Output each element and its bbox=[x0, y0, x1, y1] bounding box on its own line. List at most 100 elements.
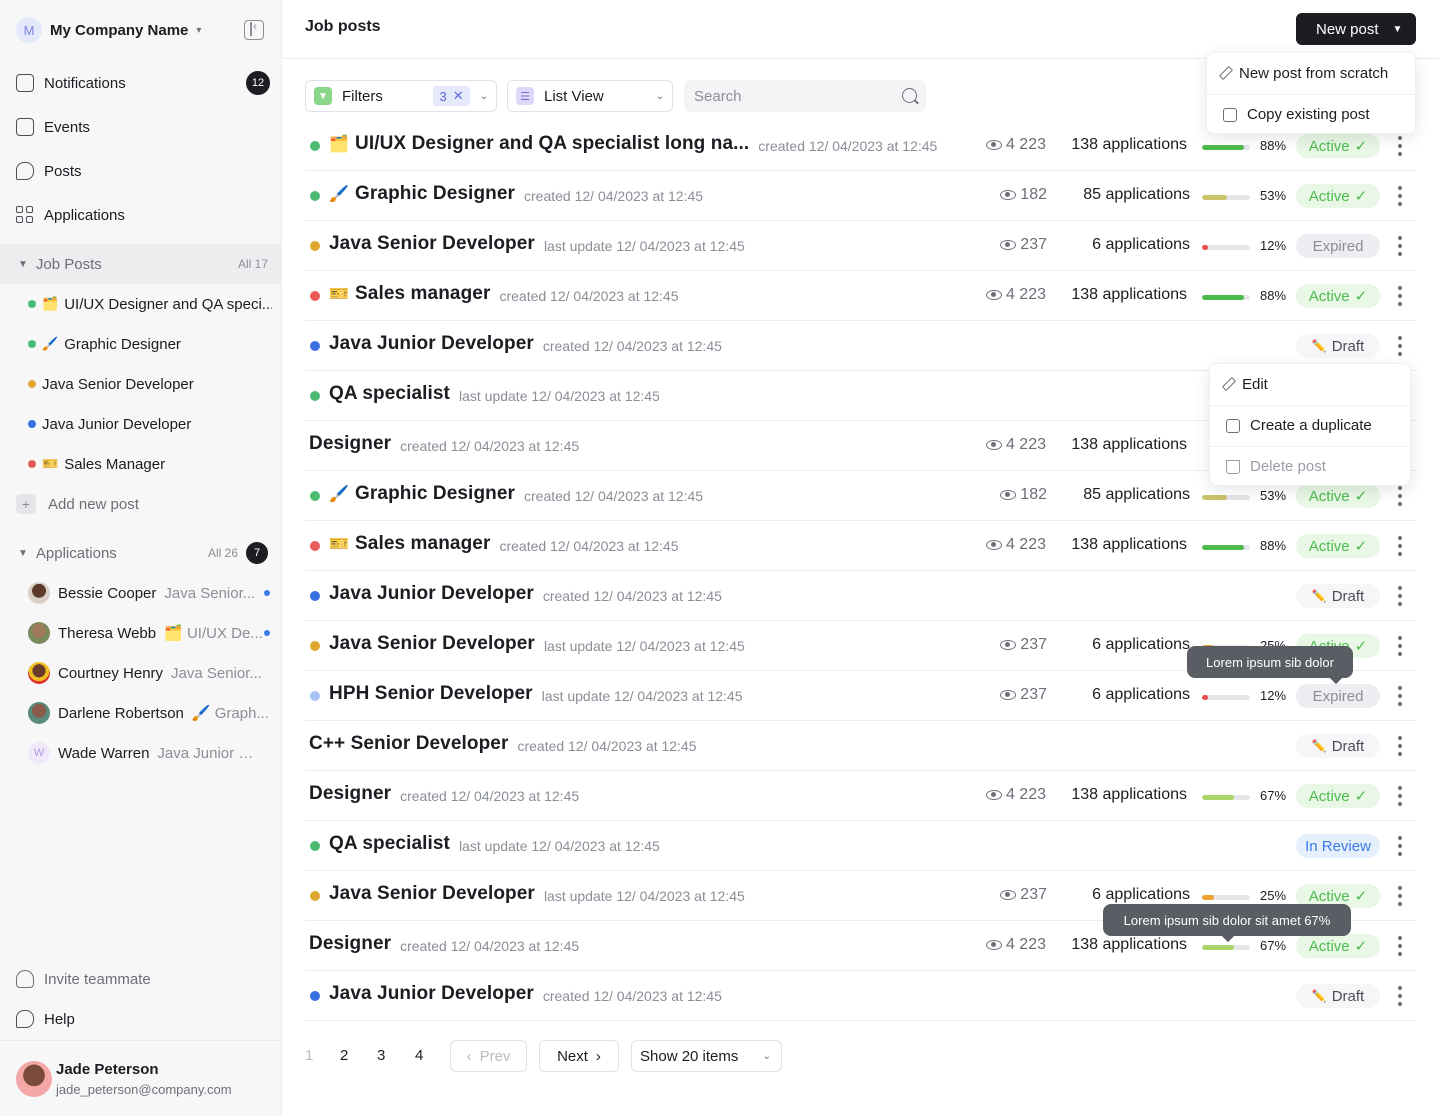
applications-count[interactable]: 85 applications bbox=[1083, 486, 1190, 504]
more-actions-icon[interactable] bbox=[1398, 736, 1402, 756]
new-post-from-scratch-item[interactable]: New post from scratch bbox=[1207, 53, 1415, 93]
job-title[interactable]: HPH Senior Developer bbox=[329, 683, 533, 705]
nav-applications[interactable]: Applications bbox=[16, 201, 270, 229]
filters-dropdown[interactable]: ▼ Filters 3 ✕ ⌄ bbox=[305, 80, 497, 112]
job-posts-section-toggle[interactable]: ▼ Job Posts All 17 bbox=[0, 244, 282, 284]
applications-count[interactable]: 6 applications bbox=[1092, 686, 1190, 704]
view-selector[interactable]: ☰ List View ⌄ bbox=[507, 80, 673, 112]
more-actions-icon[interactable] bbox=[1398, 586, 1402, 606]
job-post-row[interactable]: Designer created 12/ 04/2023 at 12:45 4 22… bbox=[305, 771, 1416, 821]
search-icon[interactable] bbox=[902, 88, 917, 103]
job-title[interactable]: Java Senior Developer bbox=[329, 883, 535, 905]
nav-events[interactable]: Events bbox=[16, 113, 270, 141]
more-actions-icon[interactable] bbox=[1398, 836, 1402, 856]
create-duplicate-item[interactable]: Create a duplicate bbox=[1210, 405, 1410, 445]
job-title[interactable]: Designer bbox=[309, 933, 391, 955]
job-post-row[interactable]: Java Junior Developer created 12/ 04/2023… bbox=[305, 571, 1416, 621]
clear-filters-icon[interactable]: ✕ bbox=[453, 88, 464, 104]
more-actions-icon[interactable] bbox=[1398, 986, 1402, 1006]
caret-down-icon: ▼ bbox=[1392, 23, 1403, 35]
current-user[interactable]: Jade Peterson jade_peterson@company.com bbox=[0, 1040, 282, 1116]
more-actions-icon[interactable] bbox=[1398, 336, 1402, 356]
chevron-down-icon: ⌄ bbox=[479, 90, 488, 102]
sidebar-job-post[interactable]: 🖌️ Graphic Designer bbox=[28, 332, 272, 356]
job-post-row[interactable]: Java Senior Developer last update 12/ 04/… bbox=[305, 221, 1416, 271]
add-new-post-button[interactable]: + Add new post bbox=[16, 492, 139, 516]
page-2[interactable]: 2 bbox=[340, 1047, 348, 1064]
page-1[interactable]: 1 bbox=[305, 1047, 313, 1064]
sidebar-applicant[interactable]: Theresa Webb 🗂️ UI/UX De... bbox=[28, 621, 272, 645]
more-actions-icon[interactable] bbox=[1398, 636, 1402, 656]
applications-count[interactable]: 138 applications bbox=[1071, 436, 1187, 454]
sidebar-job-post[interactable]: Java Senior Developer bbox=[28, 372, 272, 396]
job-title[interactable]: 🖌️ Graphic Designer bbox=[329, 183, 515, 205]
page-3[interactable]: 3 bbox=[377, 1047, 385, 1064]
job-title[interactable]: 🖌️ Graphic Designer bbox=[329, 483, 515, 505]
delete-post-item[interactable]: Delete post bbox=[1210, 446, 1410, 486]
applications-count[interactable]: 138 applications bbox=[1071, 536, 1187, 554]
invite-teammate-link[interactable]: Invite teammate bbox=[16, 967, 151, 991]
nav-notifications[interactable]: Notifications 12 bbox=[16, 69, 270, 97]
sidebar-job-post[interactable]: Java Junior Developer bbox=[28, 412, 272, 436]
job-post-row[interactable]: 🎫 Sales manager created 12/ 04/2023 at 12:… bbox=[305, 271, 1416, 321]
applications-count[interactable]: 6 applications bbox=[1092, 636, 1190, 654]
nav-posts[interactable]: Posts bbox=[16, 157, 270, 185]
more-actions-icon[interactable] bbox=[1398, 686, 1402, 706]
applications-section-toggle[interactable]: ▼ Applications All 26 7 bbox=[0, 533, 282, 573]
edit-item[interactable]: Edit bbox=[1210, 364, 1410, 404]
applications-count[interactable]: 85 applications bbox=[1083, 186, 1190, 204]
job-title[interactable]: Designer bbox=[309, 433, 391, 455]
prev-page-button[interactable]: ‹ Prev bbox=[450, 1040, 527, 1072]
job-title[interactable]: QA specialist bbox=[329, 833, 450, 855]
job-title[interactable]: Java Junior Developer bbox=[329, 983, 534, 1005]
more-actions-icon[interactable] bbox=[1398, 786, 1402, 806]
job-title[interactable]: Java Junior Developer bbox=[329, 333, 534, 355]
applications-count[interactable]: 138 applications bbox=[1071, 786, 1187, 804]
more-actions-icon[interactable] bbox=[1398, 236, 1402, 256]
next-page-button[interactable]: Next › bbox=[539, 1040, 619, 1072]
more-actions-icon[interactable] bbox=[1398, 286, 1402, 306]
job-post-row[interactable]: 🖌️ Graphic Designer created 12/ 04/2023 at… bbox=[305, 171, 1416, 221]
job-title[interactable]: Java Junior Developer bbox=[329, 583, 534, 605]
page-size-select[interactable]: Show 20 items ⌄ bbox=[631, 1040, 782, 1072]
filters-count-chip[interactable]: 3 ✕ bbox=[433, 86, 470, 106]
job-title[interactable]: C++ Senior Developer bbox=[309, 733, 508, 755]
sidebar-applicant[interactable]: Courtney Henry Java Senior... bbox=[28, 661, 272, 685]
applications-count[interactable]: 138 applications bbox=[1071, 936, 1187, 954]
applications-count[interactable]: 138 applications bbox=[1071, 136, 1187, 154]
sidebar-job-post[interactable]: 🗂️ UI/UX Designer and QA speci... bbox=[28, 292, 272, 316]
search-input[interactable] bbox=[684, 80, 926, 112]
more-actions-icon[interactable] bbox=[1398, 186, 1402, 206]
sidebar-applicant[interactable]: Bessie Cooper Java Senior... bbox=[28, 581, 272, 605]
job-title[interactable]: Java Senior Developer bbox=[329, 633, 535, 655]
job-title[interactable]: 🗂️ UI/UX Designer and QA specialist long … bbox=[329, 133, 749, 155]
pencil-icon: ✏️ bbox=[1311, 339, 1327, 353]
job-post-row[interactable]: Java Junior Developer created 12/ 04/2023… bbox=[305, 971, 1416, 1021]
job-post-row[interactable]: C++ Senior Developer created 12/ 04/2023 … bbox=[305, 721, 1416, 771]
sidebar-applicant[interactable]: W Wade Warren Java Junior D... bbox=[28, 741, 272, 765]
collapse-sidebar-icon[interactable] bbox=[244, 19, 264, 40]
new-post-button[interactable]: New post ▼ bbox=[1296, 13, 1416, 45]
job-post-row[interactable]: 🎫 Sales manager created 12/ 04/2023 at 12:… bbox=[305, 521, 1416, 571]
job-post-row[interactable]: QA specialist last update 12/ 04/2023 at … bbox=[305, 821, 1416, 871]
applications-count[interactable]: 6 applications bbox=[1092, 886, 1190, 904]
applications-count[interactable]: 138 applications bbox=[1071, 286, 1187, 304]
sidebar-job-post[interactable]: 🎫 Sales Manager bbox=[28, 452, 272, 476]
job-title[interactable]: 🎫 Sales manager bbox=[329, 283, 490, 305]
job-title[interactable]: Java Senior Developer bbox=[329, 233, 535, 255]
more-actions-icon[interactable] bbox=[1398, 936, 1402, 956]
more-actions-icon[interactable] bbox=[1398, 486, 1402, 506]
job-title[interactable]: 🎫 Sales manager bbox=[329, 533, 490, 555]
more-actions-icon[interactable] bbox=[1398, 886, 1402, 906]
job-title[interactable]: QA specialist bbox=[329, 383, 450, 405]
applications-count[interactable]: 6 applications bbox=[1092, 236, 1190, 254]
help-link[interactable]: Help bbox=[16, 1007, 75, 1031]
page-4[interactable]: 4 bbox=[415, 1047, 423, 1064]
sidebar-applicant[interactable]: Darlene Robertson 🖌️ Graph... bbox=[28, 701, 272, 725]
job-title[interactable]: Designer bbox=[309, 783, 391, 805]
copy-existing-post-item[interactable]: Copy existing post bbox=[1207, 94, 1415, 134]
more-actions-icon[interactable] bbox=[1398, 136, 1402, 156]
company-switcher[interactable]: M My Company Name ▾ bbox=[16, 16, 201, 44]
job-post-row[interactable]: HPH Senior Developer last update 12/ 04/2… bbox=[305, 671, 1416, 721]
more-actions-icon[interactable] bbox=[1398, 536, 1402, 556]
